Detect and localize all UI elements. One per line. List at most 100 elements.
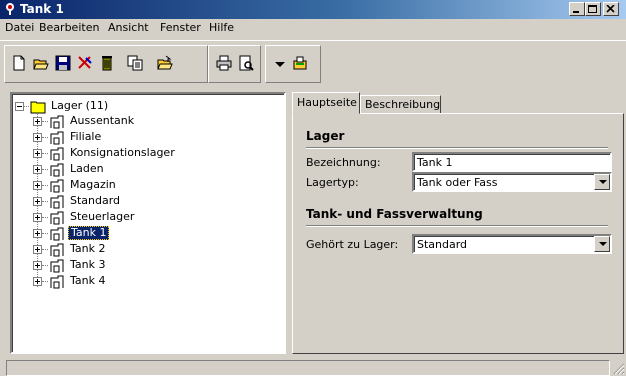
- edit-button[interactable]: [75, 53, 95, 73]
- stamp-icon: [293, 56, 307, 70]
- menu-fenster[interactable]: Fenster: [160, 21, 201, 34]
- tree-connector: [42, 153, 48, 154]
- warehouse-icon: [50, 115, 64, 129]
- gehoert-select[interactable]: Standard: [412, 234, 612, 254]
- tree-connector: [42, 233, 48, 234]
- tab-hauptseite[interactable]: Hauptseite: [292, 92, 360, 114]
- bezeichnung-input[interactable]: Tank 1: [412, 152, 612, 172]
- toolbar-separator: [191, 53, 193, 73]
- expand-toggle[interactable]: [33, 277, 42, 286]
- print-button[interactable]: [214, 53, 234, 73]
- menu-bearbeiten[interactable]: Bearbeiten: [39, 21, 99, 34]
- gehoert-dropdown-button[interactable]: [594, 236, 610, 252]
- expand-toggle[interactable]: [33, 181, 42, 190]
- tree-view[interactable]: Lager (11) Aussentank Filiale Konsignation…: [10, 92, 286, 354]
- expand-toggle[interactable]: [33, 165, 42, 174]
- close-button[interactable]: [603, 2, 619, 16]
- warehouse-icon: [50, 275, 64, 289]
- section-title-lager: Lager: [306, 129, 345, 143]
- expand-toggle[interactable]: [33, 213, 42, 222]
- tab-beschreibung-label: Beschreibung: [365, 98, 441, 111]
- print-preview-icon: [239, 55, 254, 71]
- title-bar[interactable]: Tank 1: [0, 0, 626, 19]
- toolbar: [0, 40, 626, 86]
- resize-grip-icon[interactable]: [613, 363, 625, 375]
- tree-connector: [42, 169, 48, 170]
- tree-item-label: Konsignationslager: [70, 146, 175, 159]
- delete-button[interactable]: [97, 53, 117, 73]
- open-icon: [33, 59, 49, 70]
- app-pin-icon: [6, 3, 14, 15]
- warehouse-icon: [50, 211, 64, 225]
- bezeichnung-label: Bezeichnung:: [306, 156, 381, 169]
- expand-toggle[interactable]: [33, 229, 42, 238]
- tree-connector: [42, 217, 48, 218]
- application-window: Tank 1 Datei Bearbeiten Ansicht Fenster …: [0, 0, 626, 376]
- file-toolbar-group: [4, 45, 208, 83]
- bezeichnung-value: Tank 1: [417, 156, 453, 169]
- tab-hauptseite-label: Hauptseite: [297, 96, 357, 109]
- tree-item-label: Tank 1: [68, 226, 110, 240]
- tree-connector: [42, 265, 48, 266]
- section-divider: [306, 225, 608, 227]
- tree-item-label: Aussentank: [70, 114, 135, 127]
- save-icon: [55, 55, 71, 71]
- new-button[interactable]: [9, 53, 29, 73]
- maximize-icon: [588, 5, 597, 13]
- tree-item-label: Steuerlager: [70, 210, 135, 223]
- save-button[interactable]: [53, 53, 73, 73]
- status-field: [6, 360, 610, 376]
- maximize-button[interactable]: [585, 2, 601, 16]
- warehouse-icon: [50, 163, 64, 177]
- tree-connector: [42, 185, 48, 186]
- warehouse-icon: [50, 131, 64, 145]
- copy-button[interactable]: [125, 53, 145, 73]
- tree-connector: [42, 121, 48, 122]
- tree-connector: [42, 281, 48, 282]
- expand-toggle[interactable]: [33, 149, 42, 158]
- status-bar: [0, 356, 626, 376]
- minimize-button[interactable]: [569, 2, 585, 16]
- tree-item-label: Laden: [70, 162, 104, 175]
- tree-item-label: Tank 4: [70, 274, 106, 287]
- tree-connector: [42, 249, 48, 250]
- lagertyp-value: Tank oder Fass: [417, 176, 498, 189]
- collapse-root-toggle[interactable]: [15, 102, 24, 111]
- gehoert-label: Gehört zu Lager:: [306, 238, 399, 251]
- tree-item-label: Tank 3: [70, 258, 106, 271]
- warehouse-icon: [50, 259, 64, 273]
- open-folder-button[interactable]: [155, 53, 175, 73]
- tab-beschreibung[interactable]: Beschreibung: [360, 95, 441, 114]
- warehouse-icon: [50, 195, 64, 209]
- expand-toggle[interactable]: [33, 133, 42, 142]
- lagertyp-select[interactable]: Tank oder Fass: [412, 172, 612, 192]
- copy-icon: [127, 55, 143, 71]
- menu-hilfe[interactable]: Hilfe: [209, 21, 234, 34]
- lagertyp-dropdown-button[interactable]: [594, 174, 610, 190]
- expand-toggle[interactable]: [33, 261, 42, 270]
- dropdown-button[interactable]: [272, 53, 286, 73]
- tab-bar: Hauptseite Beschreibung: [292, 92, 624, 114]
- warehouse-icon: [50, 227, 64, 241]
- stamp-button[interactable]: [290, 53, 310, 73]
- tree-connector: [42, 201, 48, 202]
- tree-item-label: Filiale: [70, 130, 102, 143]
- extra-toolbar-group: [265, 45, 321, 83]
- chevron-down-icon: [599, 242, 607, 246]
- menu-ansicht[interactable]: Ansicht: [108, 21, 149, 34]
- folder-icon: [30, 101, 46, 114]
- expand-toggle[interactable]: [33, 245, 42, 254]
- open-folder-icon: [157, 55, 173, 70]
- open-button[interactable]: [31, 53, 51, 73]
- chevron-down-icon: [599, 180, 607, 184]
- menu-datei[interactable]: Datei: [5, 21, 34, 34]
- section-divider: [306, 147, 608, 149]
- expand-toggle[interactable]: [33, 117, 42, 126]
- dropdown-arrow-icon: [275, 62, 285, 67]
- expand-toggle[interactable]: [33, 197, 42, 206]
- window-title: Tank 1: [20, 2, 64, 16]
- print-toolbar-group: [208, 45, 261, 83]
- warehouse-icon: [50, 179, 64, 193]
- menu-bar: Datei Bearbeiten Ansicht Fenster Hilfe: [0, 19, 626, 37]
- print-preview-button[interactable]: [236, 53, 256, 73]
